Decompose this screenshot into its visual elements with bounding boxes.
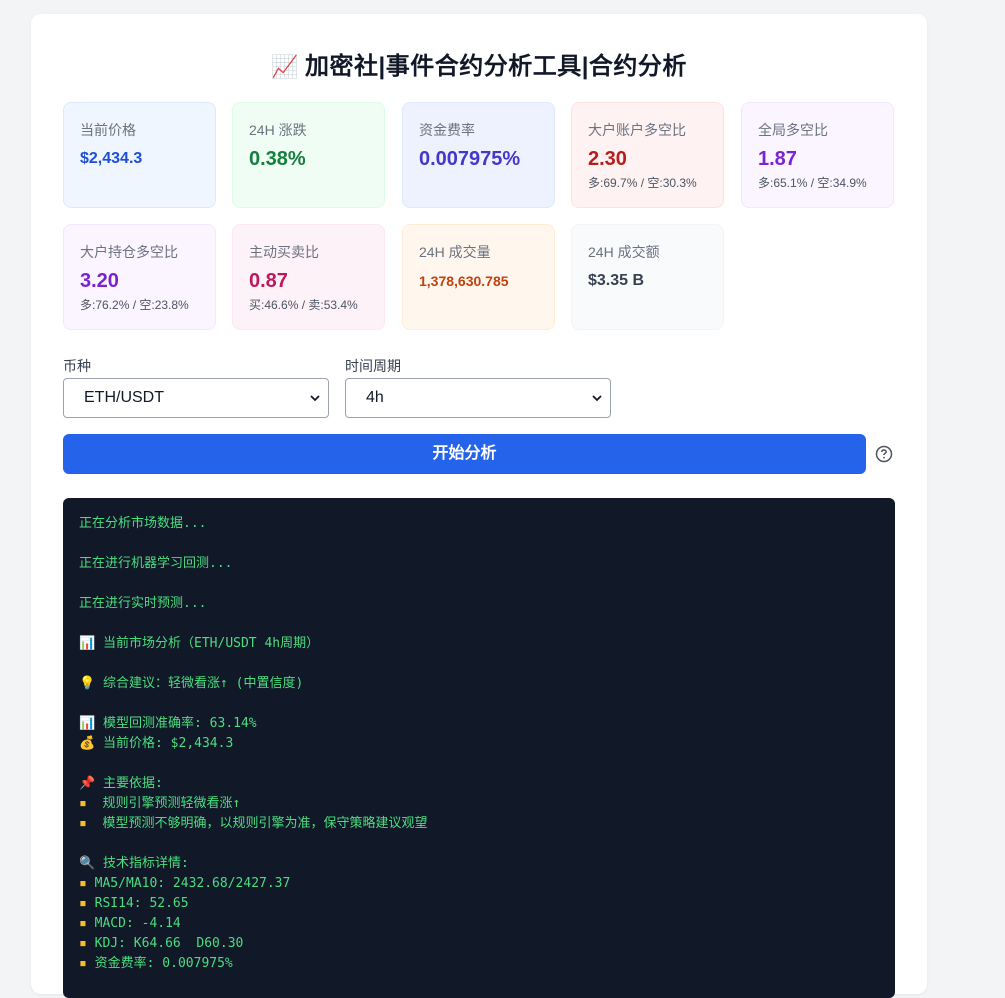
console-line-text: 正在分析市场数据... [79, 516, 207, 531]
console-line-icon: ▪ [79, 956, 87, 971]
console-line-text: 当前市场分析（ETH/USDT 4h周期） [95, 636, 320, 651]
analysis-output-console: 正在分析市场数据... 正在进行机器学习回测... 正在进行实时预测... 📊 当前市… [63, 498, 895, 998]
period-label: 时间周期 [345, 358, 401, 374]
console-line-text: 主要依据: [95, 776, 163, 791]
period-select-value: 4h [366, 389, 384, 406]
console-line: ▪ 规则引擎预测轻微看涨↑ [79, 794, 879, 814]
console-line: ▪ 资金费率: 0.007975% [79, 954, 879, 974]
console-line-text: 综合建议：轻微看涨↑ (中置信度) [95, 676, 304, 691]
stat-label: 当前价格 [80, 122, 136, 138]
stat-label: 大户账户多空比 [588, 122, 686, 138]
console-line-icon: ▪ [79, 936, 87, 951]
stat-value: 0.38% [249, 148, 306, 170]
console-line: ▪ 模型预测不够明确，以规则引擎为准，保守策略建议观望 [79, 814, 879, 834]
coin-select-value: ETH/USDT [84, 389, 164, 406]
stat-sub: 多:65.1% / 空:34.9% [758, 176, 867, 190]
console-line: 💡 综合建议：轻微看涨↑ (中置信度) [79, 674, 879, 694]
console-line: 正在分析市场数据... [79, 514, 879, 534]
stat-value: 1,378,630.785 [419, 273, 509, 289]
stat-label: 24H 成交量 [419, 244, 491, 260]
analyze-button[interactable]: 开始分析 [63, 434, 866, 474]
main-card: 📈 加密社|事件合约分析工具|合约分析 当前价格 $2,434.3 24H 涨跌 0.3… [31, 14, 927, 998]
stat-card: 大户持仓多空比 3.20 多:76.2% / 空:23.8% [63, 224, 216, 330]
stat-value: 2.30 [588, 148, 627, 170]
stat-card: 主动买卖比 0.87 买:46.6% / 卖:53.4% [232, 224, 385, 330]
console-line: 正在进行实时预测... [79, 594, 879, 614]
console-line-icon: 🔍 [79, 856, 96, 871]
console-line: ▪ MACD: -4.14 [79, 914, 879, 934]
console-line: 📊 当前市场分析（ETH/USDT 4h周期） [79, 634, 879, 654]
console-line: ▪ MA5/MA10: 2432.68/2427.37 [79, 874, 879, 894]
console-line: 📌 主要依据: [79, 774, 879, 794]
coin-label: 币种 [63, 358, 91, 374]
stat-card: 资金费率 0.007975% [402, 102, 555, 208]
stat-card: 全局多空比 1.87 多:65.1% / 空:34.9% [741, 102, 894, 208]
stat-card: 24H 成交量 1,378,630.785 [402, 224, 555, 330]
console-line-icon: 💰 [79, 736, 96, 751]
stat-label: 全局多空比 [758, 122, 828, 138]
console-line-text: 模型预测不够明确，以规则引擎为准，保守策略建议观望 [86, 816, 428, 831]
console-line-icon: ▪ [79, 796, 87, 811]
console-line: ▪ KDJ: K64.66 D60.30 [79, 934, 879, 954]
chevron-down-icon [310, 395, 320, 402]
stat-value: 3.20 [80, 270, 119, 292]
console-line: ▪ RSI14: 52.65 [79, 894, 879, 914]
stat-label: 24H 成交额 [588, 244, 660, 260]
console-line-text: MA5/MA10: 2432.68/2427.37 [86, 876, 291, 891]
help-circle-icon[interactable] [875, 445, 893, 463]
stat-sub: 买:46.6% / 卖:53.4% [249, 298, 358, 312]
console-line-icon: ▪ [79, 816, 87, 831]
stat-label: 24H 涨跌 [249, 122, 307, 138]
console-line-icon: ▪ [79, 916, 87, 931]
console-line-icon: 📊 [79, 716, 96, 731]
console-line-icon: 💡 [79, 676, 96, 691]
console-line-text: 资金费率: 0.007975% [86, 956, 233, 971]
console-line-text: 模型回测准确率: 63.14% [95, 716, 257, 731]
console-line: 📊 模型回测准确率: 63.14% [79, 714, 879, 734]
console-line: 🔍 技术指标详情: [79, 854, 879, 874]
stat-value: 0.87 [249, 270, 288, 292]
stat-label: 主动买卖比 [249, 244, 319, 260]
console-line-text: 正在进行实时预测... [79, 596, 207, 611]
console-line: 正在进行机器学习回测... [79, 554, 879, 574]
stat-card: 24H 成交额 $3.35 B [571, 224, 724, 330]
console-line-text: RSI14: 52.65 [86, 896, 189, 911]
console-line-text: MACD: -4.14 [86, 916, 181, 931]
stat-sub: 多:69.7% / 空:30.3% [588, 176, 697, 190]
stat-label: 大户持仓多空比 [80, 244, 178, 260]
console-line-icon: 📊 [79, 636, 96, 651]
console-line-text: KDJ: K64.66 D60.30 [86, 936, 244, 951]
stat-value: 1.87 [758, 148, 797, 170]
stat-value: 0.007975% [419, 148, 521, 170]
page-title: 📈 加密社|事件合约分析工具|合约分析 [31, 46, 927, 81]
console-line-text: 规则引擎预测轻微看涨↑ [86, 796, 241, 811]
console-line: 💰 当前价格: $2,434.3 [79, 734, 879, 754]
stat-card: 当前价格 $2,434.3 [63, 102, 216, 208]
console-line-icon: ▪ [79, 896, 87, 911]
console-line-text: 当前价格: $2,434.3 [95, 736, 234, 751]
period-select[interactable]: 4h [345, 378, 611, 418]
console-line-text: 技术指标详情: [95, 856, 189, 871]
stat-label: 资金费率 [419, 122, 475, 138]
coin-select[interactable]: ETH/USDT [63, 378, 329, 418]
console-line-icon: ▪ [79, 876, 87, 891]
chart-emoji-icon: 📈 [271, 54, 299, 79]
stat-card: 大户账户多空比 2.30 多:69.7% / 空:30.3% [571, 102, 724, 208]
stat-value: $2,434.3 [80, 150, 143, 167]
chevron-down-icon [592, 395, 602, 402]
console-line-text: 正在进行机器学习回测... [79, 556, 233, 571]
stat-sub: 多:76.2% / 空:23.8% [80, 298, 189, 312]
page-title-text: 加密社|事件合约分析工具|合约分析 [304, 53, 687, 80]
console-line-icon: 📌 [79, 776, 96, 791]
stat-card: 24H 涨跌 0.38% [232, 102, 385, 208]
stat-value: $3.35 B [588, 272, 645, 289]
